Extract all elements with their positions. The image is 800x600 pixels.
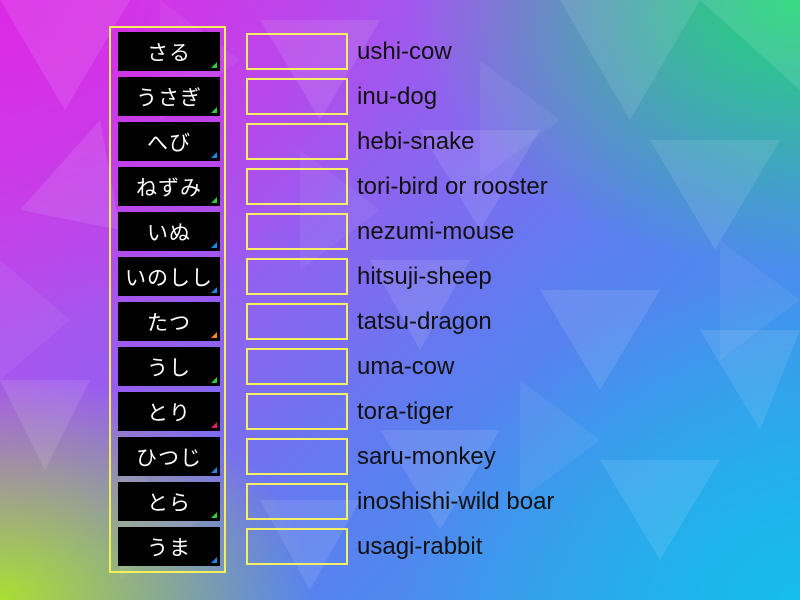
answer-slot[interactable] xyxy=(246,213,348,250)
answer-tile[interactable]: いぬ xyxy=(118,212,220,251)
answer-slot[interactable] xyxy=(246,78,348,115)
target-label: saru-monkey xyxy=(357,443,496,470)
answer-tile-text: ひつじ xyxy=(136,445,202,470)
answer-tile[interactable]: たつ xyxy=(118,302,220,341)
target-label: hebi-snake xyxy=(357,128,475,155)
answer-tile-text: とり xyxy=(147,400,191,425)
tile-corner-marker-icon xyxy=(211,332,217,338)
answer-tile[interactable]: ねずみ xyxy=(118,167,220,206)
tile-corner-marker-icon xyxy=(211,512,217,518)
answer-tile[interactable]: とら xyxy=(118,482,220,521)
tile-corner-marker-icon xyxy=(211,377,217,383)
answer-tile-text: うさぎ xyxy=(136,85,202,110)
tile-corner-marker-icon xyxy=(211,287,217,293)
answer-slot[interactable] xyxy=(246,168,348,205)
answer-tile-text: さる xyxy=(147,40,191,65)
target-label: inu-dog xyxy=(357,83,438,110)
answer-tile-text: うし xyxy=(147,355,191,380)
target-label: inoshishi-wild boar xyxy=(357,488,555,515)
tile-corner-marker-icon xyxy=(211,107,217,113)
target-label: tora-tiger xyxy=(357,398,454,425)
answer-tile[interactable]: うし xyxy=(118,347,220,386)
target-label: usagi-rabbit xyxy=(357,533,483,560)
answer-slot[interactable] xyxy=(246,348,348,385)
tile-corner-marker-icon xyxy=(211,422,217,428)
answer-tile-text: うま xyxy=(147,535,191,560)
answer-slot[interactable] xyxy=(246,438,348,475)
answer-slot[interactable] xyxy=(246,303,348,340)
answer-tile-text: いのしし xyxy=(125,265,213,290)
tile-corner-marker-icon xyxy=(211,467,217,473)
answer-tile-text: へび xyxy=(147,130,191,155)
answer-tile[interactable]: うさぎ xyxy=(118,77,220,116)
answer-tile-text: たつ xyxy=(147,310,191,335)
answer-tile[interactable]: いのしし xyxy=(118,257,220,296)
tile-corner-marker-icon xyxy=(211,557,217,563)
answer-slot[interactable] xyxy=(246,528,348,565)
answer-tile-text: いぬ xyxy=(147,220,191,245)
target-label: ushi-cow xyxy=(357,38,452,65)
tile-corner-marker-icon xyxy=(211,242,217,248)
answer-slot[interactable] xyxy=(246,483,348,520)
answer-tile-text: ねずみ xyxy=(136,175,202,200)
answer-slot[interactable] xyxy=(246,258,348,295)
answer-tile[interactable]: へび xyxy=(118,122,220,161)
answer-tile[interactable]: とり xyxy=(118,392,220,431)
answer-tile[interactable]: さる xyxy=(118,32,220,71)
target-label: tori-bird or rooster xyxy=(357,173,548,200)
tile-corner-marker-icon xyxy=(211,197,217,203)
answer-tile-text: とら xyxy=(147,490,191,515)
answer-tile[interactable]: うま xyxy=(118,527,220,566)
tile-corner-marker-icon xyxy=(211,152,217,158)
target-label: uma-cow xyxy=(357,353,455,380)
target-label: nezumi-mouse xyxy=(357,218,515,245)
answer-slot[interactable] xyxy=(246,393,348,430)
answer-tile[interactable]: ひつじ xyxy=(118,437,220,476)
answer-slot[interactable] xyxy=(246,123,348,160)
answer-slot[interactable] xyxy=(246,33,348,70)
tile-corner-marker-icon xyxy=(211,62,217,68)
target-label: tatsu-dragon xyxy=(357,308,492,335)
target-label: hitsuji-sheep xyxy=(357,263,492,290)
